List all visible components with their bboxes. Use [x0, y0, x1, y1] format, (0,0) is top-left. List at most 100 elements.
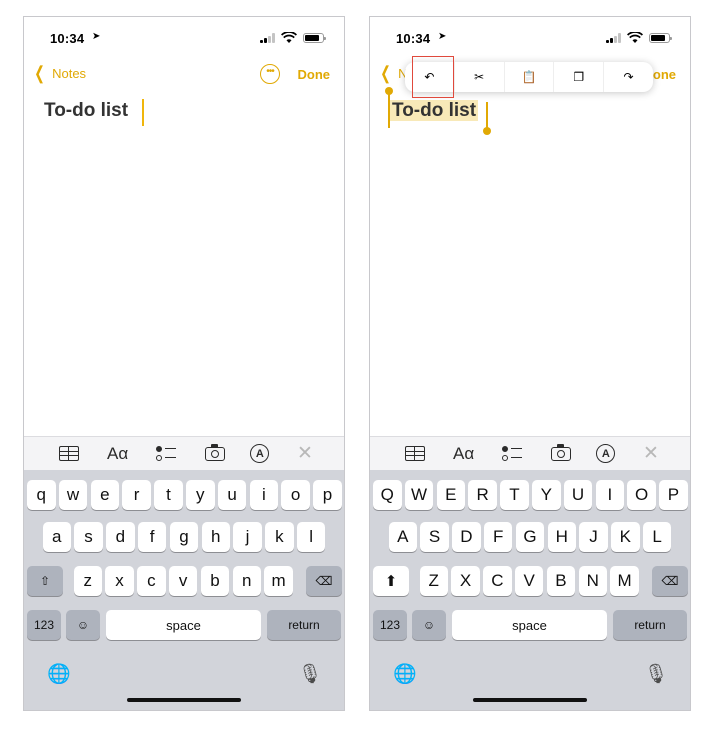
markup-icon[interactable]: A [596, 444, 616, 463]
key-h[interactable]: H [547, 522, 576, 552]
key-l[interactable]: L [642, 522, 672, 552]
key-u[interactable]: u [217, 480, 247, 510]
copy-icon[interactable]: ❐ [554, 62, 605, 92]
back-button[interactable]: ❮ N [378, 64, 407, 82]
keyboard-row-1: qwertyuiop [24, 480, 344, 510]
key-t[interactable]: T [500, 480, 529, 510]
key-a[interactable]: a [42, 522, 71, 552]
key-f[interactable]: f [137, 522, 167, 552]
key-b[interactable]: b [200, 566, 230, 596]
emoji-key[interactable]: ☺ [66, 610, 100, 640]
key-v[interactable]: v [168, 566, 198, 596]
key-i[interactable]: i [249, 480, 279, 510]
numbers-key[interactable]: 123 [373, 610, 407, 640]
redo-icon[interactable]: ↷ [604, 62, 653, 92]
numbers-key[interactable]: 123 [27, 610, 61, 640]
key-w[interactable]: w [58, 480, 88, 510]
key-e[interactable]: E [436, 480, 466, 510]
key-x[interactable]: X [451, 566, 480, 596]
key-d[interactable]: D [452, 522, 481, 552]
key-m[interactable]: m [264, 566, 293, 596]
table-icon[interactable] [402, 441, 428, 467]
key-t[interactable]: t [154, 480, 183, 510]
key-c[interactable]: C [483, 566, 512, 596]
phone-screen-right: 10:34 ➤ ❮ N one To-do list ↶ ✂ 📋 ❐ ↷ Aα … [369, 16, 691, 711]
key-r[interactable]: R [468, 480, 497, 510]
key-n[interactable]: N [578, 566, 607, 596]
checklist-icon[interactable] [153, 441, 179, 467]
shift-key[interactable]: ⇧ [27, 566, 63, 596]
key-z[interactable]: z [73, 566, 102, 596]
key-k[interactable]: K [611, 522, 640, 552]
key-o[interactable]: O [627, 480, 656, 510]
table-icon[interactable] [56, 441, 82, 467]
key-q[interactable]: q [27, 480, 56, 510]
key-i[interactable]: I [595, 480, 625, 510]
wifi-icon [281, 32, 297, 43]
globe-icon[interactable]: 🌐 [393, 662, 417, 686]
key-p[interactable]: P [659, 480, 688, 510]
key-k[interactable]: k [265, 522, 294, 552]
key-f[interactable]: F [483, 522, 513, 552]
space-key[interactable]: space [452, 610, 607, 640]
key-j[interactable]: J [579, 522, 608, 552]
home-indicator[interactable] [473, 698, 587, 702]
key-z[interactable]: Z [419, 566, 448, 596]
key-m[interactable]: M [610, 566, 639, 596]
checklist-icon[interactable] [499, 441, 525, 467]
microphone-icon[interactable]: 🎙 [298, 662, 322, 686]
key-x[interactable]: x [105, 566, 134, 596]
done-button[interactable]: Done [298, 67, 331, 82]
key-u[interactable]: U [563, 480, 593, 510]
delete-key[interactable]: ⌫ [306, 566, 342, 596]
key-r[interactable]: r [122, 480, 151, 510]
key-y[interactable]: y [186, 480, 215, 510]
key-g[interactable]: g [169, 522, 199, 552]
key-v[interactable]: V [514, 566, 544, 596]
delete-key[interactable]: ⌫ [652, 566, 688, 596]
note-title[interactable]: To-do list [44, 100, 128, 122]
ellipsis-circle-icon[interactable]: ••• [260, 64, 280, 84]
cut-icon[interactable]: ✂ [455, 62, 505, 92]
key-a[interactable]: A [388, 522, 417, 552]
key-p[interactable]: p [313, 480, 342, 510]
space-key[interactable]: space [106, 610, 261, 640]
key-b[interactable]: B [546, 566, 576, 596]
close-icon[interactable]: ✕ [638, 441, 664, 467]
return-key[interactable]: return [267, 610, 341, 640]
paste-icon[interactable]: 📋 [505, 62, 555, 92]
key-s[interactable]: S [420, 522, 449, 552]
home-indicator[interactable] [127, 698, 241, 702]
return-key[interactable]: return [613, 610, 687, 640]
key-n[interactable]: n [232, 566, 261, 596]
key-s[interactable]: s [74, 522, 103, 552]
back-button[interactable]: ❮ Notes [32, 64, 86, 82]
shift-key[interactable]: ⬆ [373, 566, 409, 596]
note-title[interactable]: To-do list [390, 100, 479, 122]
key-e[interactable]: e [90, 480, 120, 510]
selection-handle-start[interactable] [385, 87, 393, 128]
key-g[interactable]: G [515, 522, 545, 552]
close-icon[interactable]: ✕ [292, 441, 318, 467]
key-w[interactable]: W [404, 480, 434, 510]
selection-handle-end[interactable] [483, 102, 491, 135]
emoji-key[interactable]: ☺ [412, 610, 446, 640]
key-h[interactable]: h [201, 522, 230, 552]
markup-icon[interactable]: A [250, 444, 270, 463]
key-d[interactable]: d [106, 522, 135, 552]
key-c[interactable]: c [137, 566, 166, 596]
key-j[interactable]: j [233, 522, 262, 552]
microphone-icon[interactable]: 🎙 [644, 662, 668, 686]
camera-icon[interactable] [548, 441, 574, 467]
selected-text[interactable]: To-do list [390, 100, 479, 121]
key-l[interactable]: l [296, 522, 326, 552]
key-q[interactable]: Q [373, 480, 402, 510]
text-format-icon[interactable]: Aα [451, 441, 477, 467]
camera-icon[interactable] [202, 441, 228, 467]
text-format-icon[interactable]: Aα [105, 441, 131, 467]
key-o[interactable]: o [281, 480, 310, 510]
key-y[interactable]: Y [532, 480, 561, 510]
done-button[interactable]: one [653, 67, 676, 82]
globe-icon[interactable]: 🌐 [47, 662, 71, 686]
keyboard-row-4: 123 ☺ space return [370, 610, 690, 640]
